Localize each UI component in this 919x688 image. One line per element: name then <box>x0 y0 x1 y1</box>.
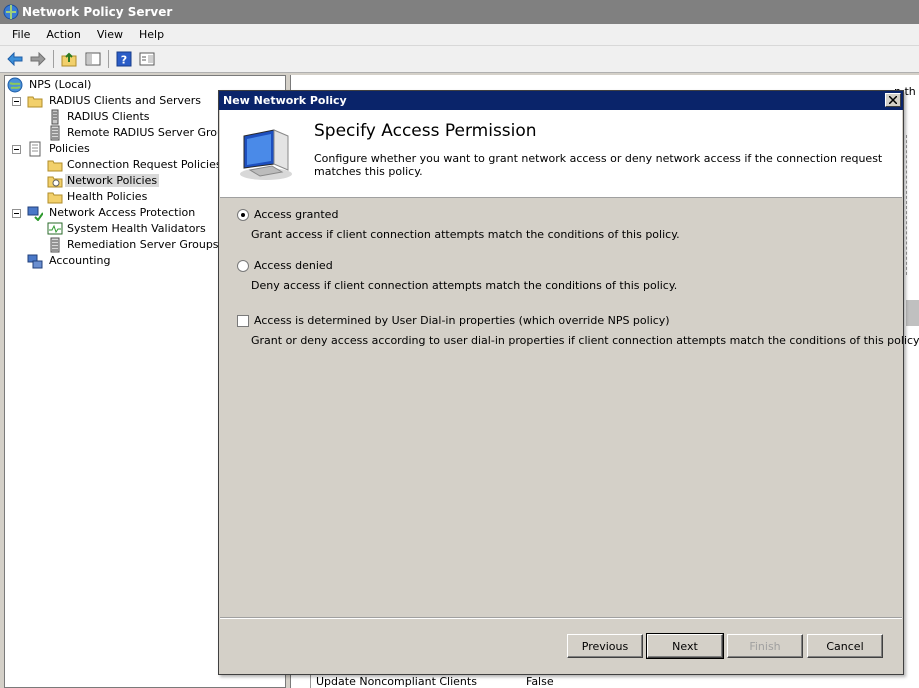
tree-node-system-health-validators[interactable]: System Health Validators <box>47 221 208 237</box>
folder-icon <box>27 96 43 108</box>
health-monitor-icon <box>47 222 63 235</box>
tree-node-network-access-protection[interactable]: Network Access Protection <box>27 205 197 221</box>
access-granted-label[interactable]: Access granted <box>254 208 338 222</box>
details-scroll-block <box>906 300 919 326</box>
tree-label: Accounting <box>49 254 111 267</box>
access-granted-radio[interactable] <box>237 209 249 221</box>
toolbar-separator <box>53 50 54 68</box>
close-icon[interactable] <box>885 93 901 107</box>
tree-node-policies[interactable]: Policies <box>27 141 92 157</box>
tree-label: System Health Validators <box>67 222 206 235</box>
cancel-button[interactable]: Cancel <box>807 634 883 658</box>
up-folder-icon[interactable] <box>60 50 78 68</box>
tree-label: Remediation Server Groups <box>67 238 219 251</box>
collapse-radius-toggle[interactable] <box>12 97 21 106</box>
nps-globe-icon <box>7 77 23 93</box>
tree-label: Network Access Protection <box>49 206 196 219</box>
toolbar-separator <box>108 50 109 68</box>
tree-label: RADIUS Clients <box>67 110 150 123</box>
menu-file[interactable]: File <box>0 24 38 46</box>
dialin-label[interactable]: Access is determined by User Dial-in pro… <box>254 314 670 328</box>
forward-arrow-icon[interactable] <box>29 50 47 68</box>
window-title: Network Policy Server <box>22 5 173 19</box>
wizard-page-heading: Specify Access Permission <box>314 121 537 141</box>
properties-icon[interactable] <box>138 50 156 68</box>
show-hide-tree-icon[interactable] <box>84 50 102 68</box>
access-denied-description: Deny access if client connection attempt… <box>251 279 678 292</box>
tree-node-connection-request-policies[interactable]: Connection Request Policies <box>47 157 224 173</box>
collapse-policies-toggle[interactable] <box>12 145 21 154</box>
tree-node-nps-local[interactable]: NPS (Local) <box>7 77 93 93</box>
tree-node-accounting[interactable]: Accounting <box>27 253 112 269</box>
tree-label: RADIUS Clients and Servers <box>49 94 202 107</box>
back-arrow-icon[interactable] <box>6 50 24 68</box>
menu-bar: File Action View Help <box>0 24 919 46</box>
svg-text:?: ? <box>121 54 127 67</box>
row-value: False <box>526 675 554 688</box>
dialin-description: Grant or deny access according to user d… <box>251 334 919 347</box>
folder-icon <box>47 192 63 204</box>
dialog-title-bar: New Network Policy <box>219 91 903 110</box>
next-button[interactable]: Next <box>646 633 724 659</box>
tree-node-remediation-server-groups[interactable]: Remediation Server Groups <box>47 237 221 253</box>
previous-button[interactable]: Previous <box>567 634 643 658</box>
folder-open-icon <box>47 176 63 188</box>
policy-document-icon <box>29 141 41 157</box>
tree-label: Connection Request Policies <box>67 158 222 171</box>
menu-view[interactable]: View <box>89 24 131 46</box>
server-group-icon <box>50 125 60 141</box>
menu-action[interactable]: Action <box>38 24 88 46</box>
dialog-title: New Network Policy <box>223 94 347 107</box>
details-divider <box>906 135 919 275</box>
footer-separator <box>220 617 902 619</box>
help-icon[interactable]: ? <box>115 50 133 68</box>
wizard-page-description: Configure whether you want to grant netw… <box>314 152 883 178</box>
toolbar: ? <box>0 46 919 73</box>
tree-node-remote-radius-groups[interactable]: Remote RADIUS Server Groups <box>47 125 239 141</box>
tree-label: Policies <box>49 142 90 155</box>
access-granted-description: Grant access if client connection attemp… <box>251 228 680 241</box>
folder-icon <box>47 160 63 172</box>
nap-computer-icon <box>27 206 43 221</box>
tree-label: Remote RADIUS Server Groups <box>67 126 237 139</box>
tree-node-health-policies[interactable]: Health Policies <box>47 189 149 205</box>
tree-node-radius-clients[interactable]: RADIUS Clients <box>47 109 152 125</box>
accounting-computer-icon <box>27 254 43 269</box>
collapse-nap-toggle[interactable] <box>12 209 21 218</box>
tree-label-selected: Network Policies <box>65 174 160 187</box>
tree-label: Health Policies <box>67 190 148 203</box>
tree-node-network-policies[interactable]: Network Policies <box>47 173 160 189</box>
background-row: Update Noncompliant Clients False <box>316 675 554 688</box>
window-title-bar: Network Policy Server <box>0 0 919 24</box>
computer-monitor-icon <box>240 129 292 180</box>
row-label: Update Noncompliant Clients <box>316 675 477 688</box>
nps-app-icon <box>3 4 19 20</box>
server-group-icon <box>50 237 60 253</box>
dialin-checkbox[interactable] <box>237 315 249 327</box>
access-denied-label[interactable]: Access denied <box>254 259 333 273</box>
menu-help[interactable]: Help <box>131 24 172 46</box>
new-network-policy-dialog: New Network Policy Specify Access Permis… <box>218 90 919 675</box>
access-denied-radio[interactable] <box>237 260 249 272</box>
finish-button[interactable]: Finish <box>727 634 803 658</box>
server-icon <box>51 109 59 125</box>
tree-node-radius-clients-servers[interactable]: RADIUS Clients and Servers <box>27 93 203 109</box>
wizard-header: Specify Access Permission Configure whet… <box>220 110 902 198</box>
details-grid-cell <box>291 673 311 688</box>
tree-label: NPS (Local) <box>29 78 92 91</box>
